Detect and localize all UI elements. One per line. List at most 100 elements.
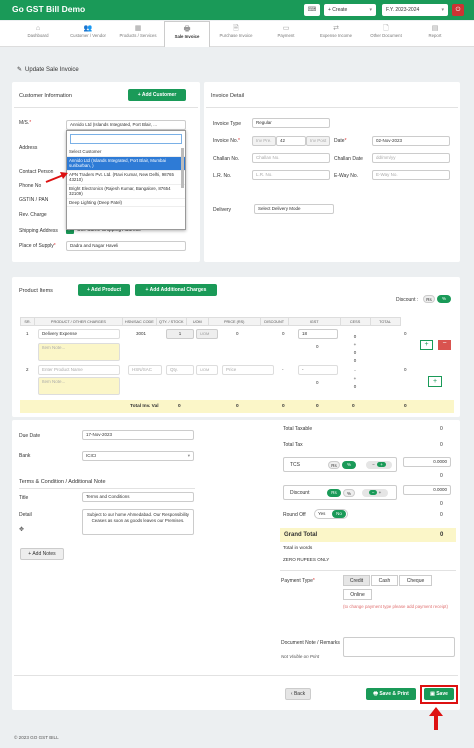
nav-label: Sale Invoice <box>174 34 200 39</box>
customer-select[interactable]: Annido Ltd (Islands Integrated, Port Bla… <box>66 120 186 130</box>
invoice-type-select[interactable]: Regular <box>252 118 330 128</box>
discount-pct-toggle[interactable]: % <box>437 295 451 303</box>
add-row-icon[interactable]: + <box>420 340 433 350</box>
item-note-input[interactable]: Item Note... <box>38 377 120 395</box>
move-icon[interactable]: ✥ <box>19 526 24 533</box>
nav-purchase-invoice[interactable]: 🗎 Purchase Invoice <box>212 21 260 47</box>
col-header: HSN/SAC CODE <box>121 317 157 326</box>
pay-credit[interactable]: Credit <box>343 575 370 586</box>
fy-select[interactable]: F.Y. 2023-2024 ▾ <box>382 4 448 16</box>
col-actions <box>400 317 454 326</box>
price-input[interactable]: Price <box>222 365 274 375</box>
pay-cheque[interactable]: Cheque <box>399 575 432 586</box>
item-note-input[interactable]: Item Note... <box>38 343 120 361</box>
pay-online[interactable]: Online <box>343 589 372 600</box>
igst-amount: 0 <box>316 344 319 349</box>
nav-other-document[interactable]: 🗋 Other Document <box>362 21 410 47</box>
terms-title-input[interactable]: Terms and Conditions <box>82 492 194 502</box>
pay-cash[interactable]: Cash <box>371 575 398 586</box>
hsn-input[interactable]: HSN/SAC <box>128 365 162 375</box>
payment-type-label: Payment Type* <box>281 578 315 584</box>
igst-select[interactable]: 18 <box>298 329 338 339</box>
dropdown-placeholder[interactable]: Select Customer <box>67 147 185 157</box>
add-product-button[interactable]: + Add Product <box>78 284 130 296</box>
customer-search-input[interactable] <box>70 134 182 144</box>
igst-select[interactable]: - <box>298 365 338 375</box>
tcs-input[interactable]: 0.0000 <box>403 457 451 467</box>
add-row-icon[interactable]: + <box>428 376 442 387</box>
date-input[interactable]: 02-Nov-2023 <box>372 136 450 146</box>
due-date-input[interactable]: 17-Nov-2023 <box>82 430 194 440</box>
title-label: Title <box>19 495 29 501</box>
nav-expense-income[interactable]: ⇄ Expense Income <box>312 21 360 47</box>
tcs-sign-toggle[interactable]: − + <box>366 461 392 469</box>
dropdown-option[interactable]: Bright Electronics (Rajesh Kumar, Bangal… <box>67 185 185 199</box>
lr-label: L.R. No. <box>213 173 232 179</box>
delivery-select[interactable]: Select Delivery Mode <box>254 204 334 214</box>
col-header: SR. <box>20 317 35 326</box>
power-icon[interactable]: ⏻ <box>452 4 464 16</box>
dropdown-option[interactable]: Annido Ltd (Islands Integrated, Port Bla… <box>67 156 185 171</box>
uom-select[interactable]: UOM <box>196 365 218 375</box>
cess-value: - <box>354 368 356 373</box>
invoice-prefix-input[interactable]: Inv Pre. <box>252 136 276 146</box>
add-charges-button[interactable]: + Add Additional Charges <box>135 284 217 296</box>
rev-charge-label: Rev. Charge <box>19 212 47 218</box>
product-name-input[interactable]: Enter Product Name <box>38 365 120 375</box>
discount-pct-toggle[interactable]: % <box>343 489 355 497</box>
discount-input[interactable]: 0.0000 <box>403 485 451 495</box>
dropdown-option[interactable]: Deep Lighting (Deep Patel) <box>67 199 185 207</box>
terms-detail-textarea[interactable]: Subject to our home Ahmedabad. Our Respo… <box>82 509 194 535</box>
remove-row-icon[interactable]: − <box>438 340 451 350</box>
dropdown-scrollbar[interactable] <box>181 148 184 188</box>
discount-rs-toggle[interactable]: Rs <box>327 489 341 497</box>
challan-input[interactable]: Challan No. <box>252 153 330 163</box>
terms-heading: Terms & Condition / Additional Note <box>19 479 106 485</box>
pos-select[interactable]: Dadra and Nagar Haveli <box>66 241 186 251</box>
qty-input[interactable]: Qty. <box>166 365 194 375</box>
total-tax-value: 0 <box>440 442 443 448</box>
col-header: UOM <box>185 317 209 326</box>
discount-toggle-label: Discount : <box>396 297 419 303</box>
challan-date-input[interactable]: dd/mm/yy <box>372 153 450 163</box>
create-button[interactable]: + Create ▾ <box>324 4 376 16</box>
nav-report[interactable]: ▤ Report <box>412 21 458 47</box>
product-name-input[interactable]: Delivery Expense <box>38 329 120 339</box>
eway-input[interactable]: E-Way No. <box>372 170 450 180</box>
save-print-button[interactable]: 🖶 Save & Print <box>366 688 416 700</box>
nav-payment[interactable]: ▭ Payment <box>262 21 310 47</box>
round-no[interactable]: No <box>332 510 346 518</box>
save-button[interactable]: ▣ Save <box>424 688 454 700</box>
nav-label: Payment <box>277 33 295 38</box>
dropdown-option[interactable]: APN Traders Pvt. Ltd. (Ravi Kumar, New D… <box>67 171 185 185</box>
discount-value[interactable]: - <box>282 367 284 372</box>
qty-input[interactable]: 1 <box>166 329 194 339</box>
bank-label: Bank <box>19 453 31 459</box>
keyboard-icon[interactable]: ⌨ <box>304 4 320 16</box>
total-cess: 0 <box>352 404 355 409</box>
tcs-rs-toggle[interactable]: Rs <box>328 461 340 469</box>
lr-input[interactable]: L.R. No. <box>252 170 330 180</box>
nav-dashboard[interactable]: ⌂ Dashboard <box>14 21 62 47</box>
cess-stack: - +0 <box>353 368 357 389</box>
nav-products-services[interactable]: ▦ Products / Services <box>114 21 162 47</box>
discount-value[interactable]: 0 <box>282 331 285 336</box>
tcs-pct-toggle[interactable]: % <box>342 461 356 469</box>
discount-sign-toggle[interactable]: − + <box>362 489 388 497</box>
discount-rs-toggle[interactable]: Rs <box>423 295 435 303</box>
invoice-suffix-input[interactable]: Inv Post <box>306 136 330 146</box>
uom-select[interactable]: UOM <box>196 329 218 339</box>
hsn-value[interactable]: 3001 <box>136 331 146 336</box>
price-value[interactable]: 0 <box>236 331 239 336</box>
date-label-text: Date <box>334 138 345 144</box>
back-button[interactable]: ‹ Back <box>285 688 311 700</box>
add-notes-button[interactable]: + Add Notes <box>20 548 64 560</box>
nav-sale-invoice[interactable]: 🖶 Sale Invoice <box>164 21 210 47</box>
add-customer-button[interactable]: + Add Customer <box>128 89 186 101</box>
doc-note-textarea[interactable] <box>343 637 455 657</box>
nav-customer-vendor[interactable]: 👥 Customer / Vendor <box>64 21 112 47</box>
bank-select[interactable]: ICICI ▾ <box>82 451 194 461</box>
invoice-no-input[interactable]: 42 <box>276 136 306 146</box>
round-yes[interactable]: Yes <box>318 511 325 516</box>
delivery-value: Select Delivery Mode <box>258 206 301 211</box>
